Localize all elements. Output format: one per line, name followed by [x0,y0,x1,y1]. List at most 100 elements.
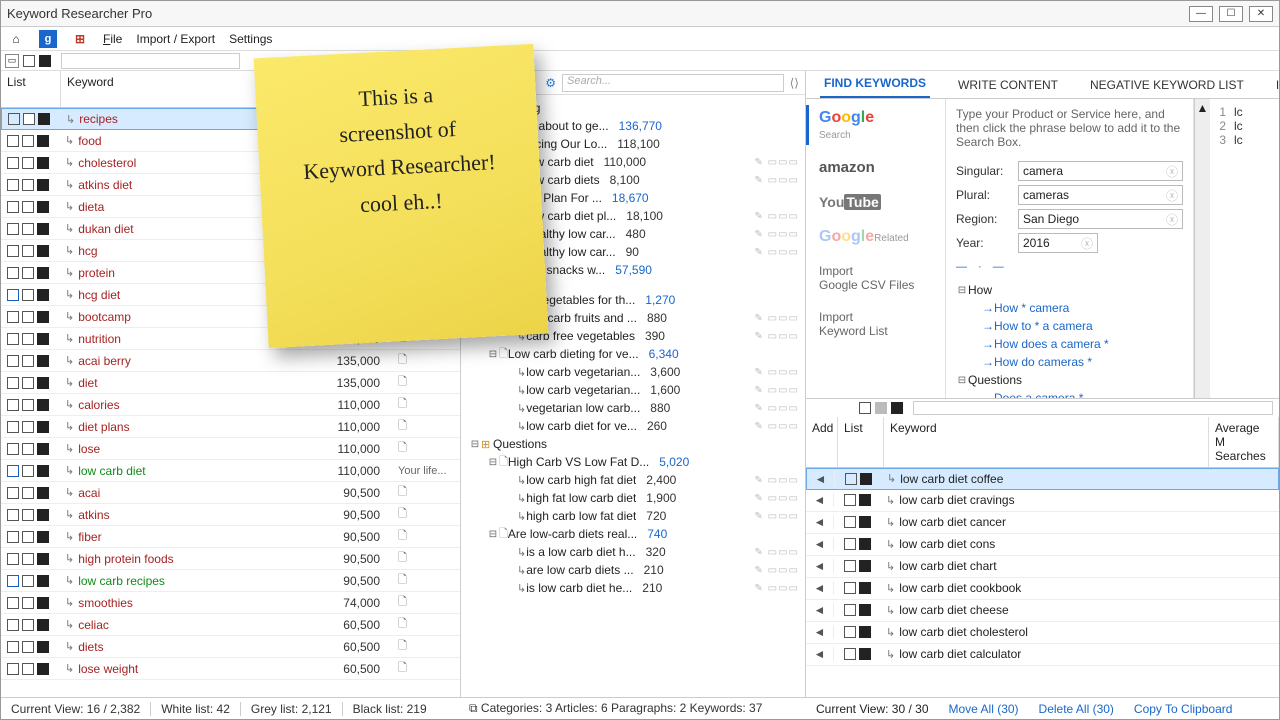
row-actions[interactable]: ✎ ▭▭▭ [754,421,803,432]
grey-box-icon[interactable] [22,157,34,169]
black-box-icon[interactable] [37,311,49,323]
black-box-icon[interactable] [37,179,49,191]
rl-col-keyword[interactable]: Keyword [884,417,1209,467]
grey-box-icon[interactable] [22,509,34,521]
tree-row[interactable]: ↳ low carb high fat diet2,400✎ ▭▭▭ [463,471,803,489]
add-button[interactable]: ◄ [806,537,834,551]
grey-box-icon[interactable] [22,333,34,345]
white-checkbox[interactable] [7,355,19,367]
white-checkbox[interactable] [7,377,19,389]
source-import-csv[interactable]: ImportGoogle CSV Files [806,260,945,296]
add-button[interactable]: ◄ [806,625,834,639]
grey-box-icon[interactable] [22,377,34,389]
black-box-icon[interactable] [37,135,49,147]
tree-settings-icon[interactable]: ⚙ [545,76,556,90]
qtree-link[interactable]: How does a camera * [994,337,1109,351]
tree-row[interactable]: ↳ low carb vegetarian...1,600✎ ▭▭▭ [463,381,803,399]
white-checkbox[interactable] [845,473,857,485]
rl-white-icon[interactable] [859,402,871,414]
col-list[interactable]: List [1,71,61,107]
tab-write-content[interactable]: WRITE CONTENT [954,72,1062,98]
tree-row[interactable]: ⊟⊞ Questions [463,435,803,453]
keyword-row[interactable]: ↳low carb diet110,000Your life... [1,460,460,482]
tree-search-input[interactable]: Search... [562,74,784,92]
grey-box-icon[interactable] [22,575,34,587]
black-box-icon[interactable] [859,648,871,660]
white-checkbox[interactable] [8,113,20,125]
black-box-icon[interactable] [37,553,49,565]
white-checkbox[interactable] [7,135,19,147]
white-checkbox[interactable] [7,245,19,257]
tab-items[interactable]: ITE [1272,72,1279,98]
row-actions[interactable]: ✎ ▭▭▭ [754,403,803,414]
white-checkbox[interactable] [7,509,19,521]
keyword-row[interactable]: ↳low carb recipes90,500🗋 [1,570,460,592]
close-button[interactable]: ✕ [1249,6,1273,22]
result-row[interactable]: ◄↳low carb diet cholesterol [806,622,1279,644]
home-icon[interactable]: ⌂ [7,30,25,48]
result-row[interactable]: ◄↳low carb diet chart [806,556,1279,578]
keyword-row[interactable]: ↳diet plans110,000🗋 [1,416,460,438]
white-checkbox[interactable] [7,553,19,565]
grey-box-icon[interactable] [22,553,34,565]
black-box-icon[interactable] [859,582,871,594]
rl-filter-input[interactable] [913,401,1273,415]
keyword-row[interactable]: ↳acai berry135,000🗋 [1,350,460,372]
white-checkbox[interactable] [7,575,19,587]
black-box-icon[interactable] [859,626,871,638]
black-box-icon[interactable] [859,494,871,506]
add-button[interactable]: ◄ [807,472,835,486]
black-box-icon[interactable] [37,421,49,433]
qtree-link[interactable]: How to * a camera [994,319,1093,333]
grey-box-icon[interactable] [22,487,34,499]
add-button[interactable]: ◄ [806,559,834,573]
row-actions[interactable]: ✎ ▭▭▭ [754,493,803,504]
clear-icon[interactable]: ⓧ [1166,211,1178,228]
rl-col-add[interactable]: Add [806,417,838,467]
white-checkbox[interactable] [7,465,19,477]
white-checkbox[interactable] [7,487,19,499]
black-box-icon[interactable] [37,377,49,389]
row-actions[interactable]: ✎ ▭▭▭ [754,247,803,258]
delete-all-link[interactable]: Delete All (30) [1039,702,1114,716]
white-checkbox[interactable] [7,619,19,631]
tree-row[interactable]: ↳ low carb diet for ve...260✎ ▭▭▭ [463,417,803,435]
region-input[interactable]: San Diegoⓧ [1018,209,1183,229]
tree-row[interactable]: ↳ high fat low carb diet1,900✎ ▭▭▭ [463,489,803,507]
black-box-icon[interactable] [859,516,871,528]
white-checkbox[interactable] [844,582,856,594]
tree-row[interactable]: ⊟🗋 High Carb VS Low Fat D...5,020 [463,453,803,471]
keyword-row[interactable]: ↳diets60,500🗋 [1,636,460,658]
keyword-row[interactable]: ↳atkins90,500🗋 [1,504,460,526]
rl-grey-icon[interactable] [875,402,887,414]
save-icon[interactable]: ⊞ [71,30,89,48]
tree-row[interactable]: ↳ is a low carb diet h...320✎ ▭▭▭ [463,543,803,561]
qtree-how[interactable]: How [968,283,992,297]
tree-row[interactable]: ↳ low carb vegetarian...3,600✎ ▭▭▭ [463,363,803,381]
tree-row[interactable]: ⊟🗋 Low carb dieting for ve...6,340 [463,345,803,363]
qtree-link[interactable]: How * camera [994,301,1069,315]
white-checkbox[interactable] [7,223,19,235]
filter-black-icon[interactable] [39,55,51,67]
year-input[interactable]: 2016ⓧ [1018,233,1098,253]
black-box-icon[interactable] [860,473,872,485]
source-import-keyword-list[interactable]: ImportKeyword List [806,306,945,342]
row-actions[interactable]: ✎ ▭▭▭ [754,367,803,378]
grey-box-icon[interactable] [22,355,34,367]
black-box-icon[interactable] [37,663,49,675]
white-checkbox[interactable] [7,333,19,345]
singular-input[interactable]: cameraⓧ [1018,161,1183,181]
black-box-icon[interactable] [37,487,49,499]
tree-row[interactable]: ↳ is low carb diet he...210✎ ▭▭▭ [463,579,803,597]
keyword-row[interactable]: ↳smoothies74,000🗋 [1,592,460,614]
clear-icon[interactable]: ⓧ [1081,235,1093,252]
minimize-button[interactable]: — [1189,6,1213,22]
grey-box-icon[interactable] [22,619,34,631]
white-checkbox[interactable] [844,538,856,550]
white-checkbox[interactable] [7,311,19,323]
tree-row[interactable]: ⊟🗋 Are low-carb diets real...740 [463,525,803,543]
add-button[interactable]: ◄ [806,581,834,595]
grey-box-icon[interactable] [22,641,34,653]
scrollbar[interactable]: ▲ [1194,99,1210,398]
grey-box-icon[interactable] [22,597,34,609]
